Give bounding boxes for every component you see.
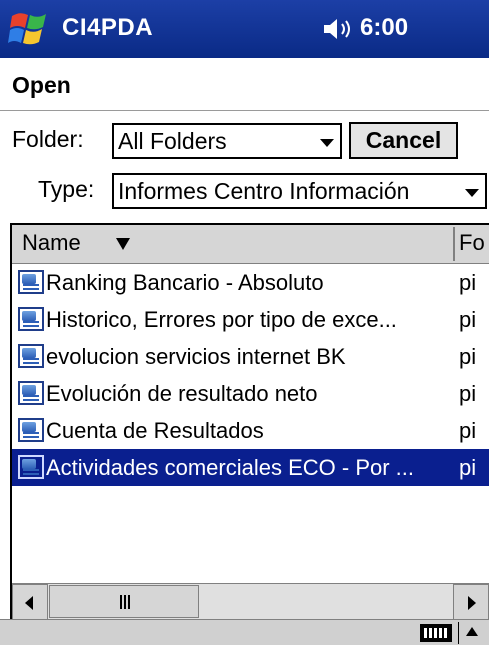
file-folder: pi xyxy=(459,270,477,295)
keyboard-icon[interactable] xyxy=(420,624,452,642)
file-name: Actividades comerciales ECO - Por ... xyxy=(46,455,415,480)
input-menu-arrow-icon[interactable] xyxy=(466,627,478,636)
file-name: Evolución de resultado neto xyxy=(46,381,318,406)
type-dropdown-value: Informes Centro Información xyxy=(118,178,410,204)
type-label: Type: xyxy=(38,176,95,202)
folder-dropdown-value: All Folders xyxy=(118,128,227,154)
list-item[interactable]: evolucion servicios internet BK pi xyxy=(12,338,489,375)
file-folder: pi xyxy=(459,455,477,480)
list-item[interactable]: Ranking Bancario - Absoluto pi xyxy=(12,264,489,301)
report-file-icon xyxy=(18,418,44,442)
chevron-down-icon xyxy=(320,139,334,147)
scroll-right-button[interactable] xyxy=(453,584,489,619)
file-folder: pi xyxy=(459,344,477,369)
type-dropdown[interactable]: Informes Centro Información xyxy=(112,173,487,209)
windows-flag-icon[interactable] xyxy=(8,8,52,50)
folder-dropdown[interactable]: All Folders xyxy=(112,123,342,159)
speaker-icon[interactable] xyxy=(322,16,356,42)
grip-icon xyxy=(120,595,130,609)
list-item-selected[interactable]: Actividades comerciales ECO - Por ... pi xyxy=(12,449,489,486)
arrow-left-icon xyxy=(25,596,33,610)
file-list[interactable]: Name Fo Ranking Bancario - Absoluto pi H… xyxy=(10,223,489,619)
chevron-down-icon xyxy=(465,189,479,197)
file-name: evolucion servicios internet BK xyxy=(46,344,346,369)
sort-descending-icon xyxy=(116,238,130,250)
list-item[interactable]: Historico, Errores por tipo de exce... p… xyxy=(12,301,489,338)
report-file-icon xyxy=(18,307,44,331)
arrow-right-icon xyxy=(468,596,476,610)
report-file-icon xyxy=(18,455,44,479)
column-header-folder[interactable]: Fo xyxy=(459,225,485,263)
file-name: Cuenta de Resultados xyxy=(46,418,264,443)
column-header-name[interactable]: Name xyxy=(22,225,81,263)
cancel-button[interactable]: Cancel xyxy=(349,122,458,159)
scrollbar-thumb[interactable] xyxy=(49,585,199,618)
file-name: Ranking Bancario - Absoluto xyxy=(46,270,324,295)
app-title: CI4PDA xyxy=(62,14,154,41)
file-folder: pi xyxy=(459,381,477,406)
horizontal-scrollbar[interactable] xyxy=(12,583,489,619)
report-file-icon xyxy=(18,344,44,368)
scroll-left-button[interactable] xyxy=(12,584,48,619)
page-title: Open xyxy=(12,72,71,98)
menu-bar xyxy=(0,619,489,645)
clock[interactable]: 6:00 xyxy=(360,14,408,42)
list-item[interactable]: Evolución de resultado neto pi xyxy=(12,375,489,412)
divider xyxy=(458,622,459,644)
report-file-icon xyxy=(18,270,44,294)
file-name: Historico, Errores por tipo de exce... xyxy=(46,307,397,332)
folder-label: Folder: xyxy=(12,126,84,152)
file-folder: pi xyxy=(459,418,477,443)
list-header: Name Fo xyxy=(12,225,489,264)
divider xyxy=(0,110,489,111)
title-bar: CI4PDA 6:00 xyxy=(0,0,489,58)
file-folder: pi xyxy=(459,307,477,332)
report-file-icon xyxy=(18,381,44,405)
column-divider[interactable] xyxy=(453,227,455,261)
list-item[interactable]: Cuenta de Resultados pi xyxy=(12,412,489,449)
